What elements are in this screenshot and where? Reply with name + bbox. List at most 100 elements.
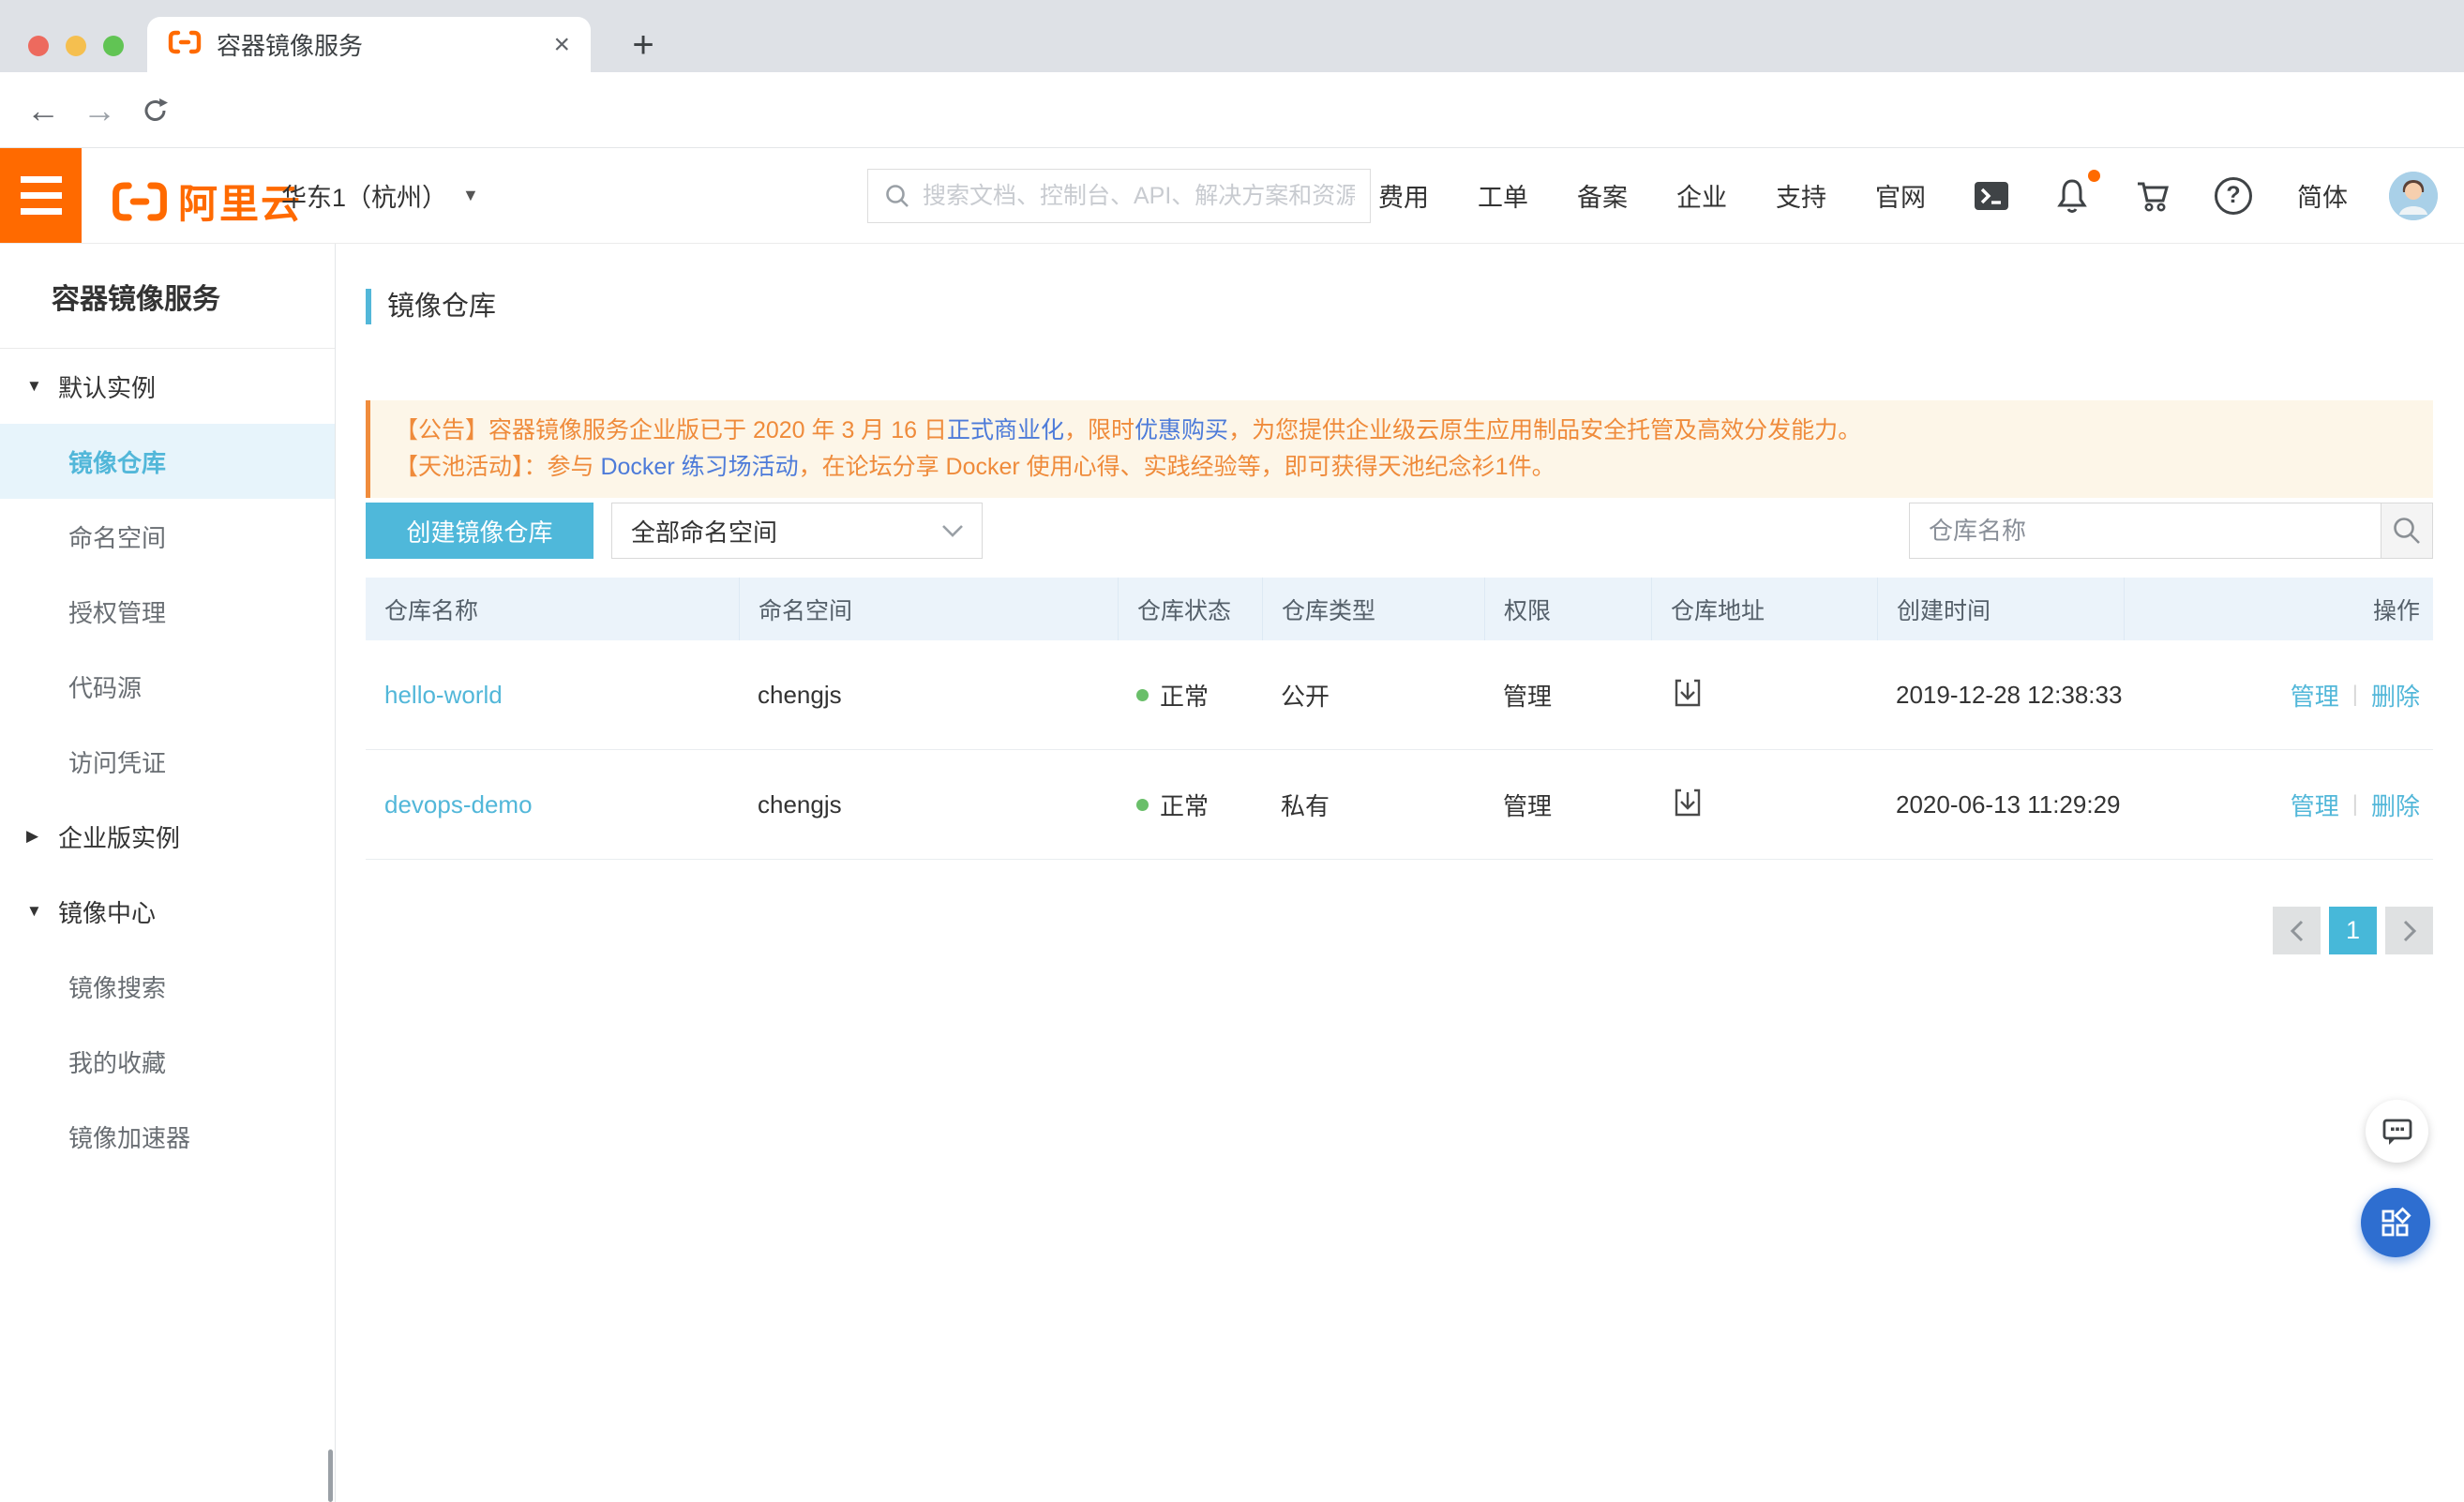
tab-title: 容器镜像服务 [217, 27, 553, 62]
delete-action-link[interactable]: 删除 [2371, 788, 2420, 822]
column-header-permission: 权限 [1484, 578, 1651, 640]
action-divider: | [2352, 682, 2358, 708]
repo-name-link[interactable]: devops-demo [384, 790, 533, 819]
reload-icon[interactable] [129, 72, 182, 148]
chevron-down-icon: ▼ [462, 186, 479, 205]
repo-namespace: chengjs [758, 790, 842, 819]
sidebar-item-my-favorites[interactable]: 我的收藏 [0, 1024, 335, 1099]
apps-grid-icon [2376, 1203, 2415, 1242]
sidebar-group-image-center[interactable]: ▼ 镜像中心 [0, 874, 335, 949]
repositories-table: 仓库名称 命名空间 仓库状态 仓库类型 权限 仓库地址 创建时间 操作 hell… [366, 578, 2433, 860]
new-tab-button[interactable]: + [619, 21, 668, 69]
console-search-input[interactable] [923, 183, 1355, 210]
sidebar-scrollbar[interactable] [328, 1449, 333, 1502]
language-toggle[interactable]: 简体 [2273, 177, 2372, 214]
table-row: hello-world chengjs 正常 公开 管理 2019-12-28 … [366, 640, 2433, 750]
table-row: devops-demo chengjs 正常 私有 管理 2020-06-13 … [366, 750, 2433, 860]
column-header-namespace: 命名空间 [739, 578, 1118, 640]
link-commercialization[interactable]: 正式商业化 [947, 417, 1064, 443]
manage-action-link[interactable]: 管理 [2291, 678, 2339, 713]
repository-search-input[interactable] [1909, 503, 2381, 559]
repo-created-time: 2020-06-13 11:29:29 [1896, 790, 2121, 819]
console-search-box[interactable] [867, 169, 1371, 223]
sidebar-item-image-accelerator[interactable]: 镜像加速器 [0, 1099, 335, 1174]
repo-type: 私有 [1281, 788, 1330, 822]
status-dot [1136, 689, 1149, 701]
table-toolbar: 创建镜像仓库 全部命名空间 [366, 503, 2433, 559]
link-discount-purchase[interactable]: 优惠购买 [1134, 417, 1228, 443]
notification-badge [2088, 170, 2100, 182]
region-label: 华东1（杭州） [281, 177, 447, 214]
repo-type: 公开 [1281, 678, 1330, 713]
caret-down-icon: ▼ [26, 902, 58, 921]
announcement-line1: 【公告】容器镜像服务企业版已于 2020 年 3 月 16 日正式商业化，限时优… [395, 413, 2433, 449]
page-title: 镜像仓库 [366, 289, 496, 324]
cart-icon[interactable] [2111, 176, 2194, 216]
user-avatar[interactable] [2389, 172, 2438, 220]
repo-permission: 管理 [1503, 788, 1552, 822]
browser-tab[interactable]: 容器镜像服务 × [147, 17, 591, 72]
create-repository-button[interactable]: 创建镜像仓库 [366, 503, 593, 559]
sidebar-item-namespaces[interactable]: 命名空间 [0, 499, 335, 574]
minimize-window-button[interactable] [66, 36, 86, 56]
hamburger-menu-icon[interactable] [0, 148, 82, 243]
close-window-button[interactable] [28, 36, 49, 56]
widgets-panel-button[interactable] [2361, 1188, 2430, 1257]
pagination-current-page[interactable]: 1 [2329, 907, 2377, 954]
column-header-address: 仓库地址 [1651, 578, 1877, 640]
feedback-chat-button[interactable] [2366, 1100, 2428, 1163]
repo-address-download-icon[interactable] [1670, 675, 1705, 715]
repository-search-button[interactable] [2381, 503, 2433, 559]
nav-item-tickets[interactable]: 工单 [1453, 177, 1553, 214]
sidebar: 容器镜像服务 ▼ 默认实例 镜像仓库 命名空间 授权管理 代码源 访问凭证 ▶ … [0, 244, 336, 1502]
notification-bell-icon[interactable] [2033, 175, 2111, 217]
main-content: 镜像仓库 【公告】容器镜像服务企业版已于 2020 年 3 月 16 日正式商业… [336, 244, 2464, 1502]
link-docker-playground[interactable]: Docker 练习场活动 [600, 454, 798, 480]
nav-item-enterprise[interactable]: 企业 [1652, 177, 1751, 214]
chat-bubble-icon [2380, 1114, 2415, 1149]
pagination-prev-button[interactable] [2273, 907, 2321, 954]
manage-action-link[interactable]: 管理 [2291, 788, 2339, 822]
search-icon [883, 182, 911, 210]
nav-item-icp[interactable]: 备案 [1553, 177, 1652, 214]
aliyun-top-nav: 阿里云 华东1（杭州） ▼ 费用 工单 备案 企业 支持 官网 [0, 148, 2464, 244]
maximize-window-button[interactable] [103, 36, 124, 56]
sidebar-title: 容器镜像服务 [0, 244, 335, 349]
region-selector[interactable]: 华东1（杭州） ▼ [281, 148, 479, 243]
back-icon[interactable]: ← [17, 72, 69, 148]
repo-status: 正常 [1160, 788, 1209, 822]
table-header-row: 仓库名称 命名空间 仓库状态 仓库类型 权限 仓库地址 创建时间 操作 [366, 578, 2433, 640]
delete-action-link[interactable]: 删除 [2371, 678, 2420, 713]
aliyun-logo[interactable]: 阿里云 [111, 173, 302, 230]
sidebar-item-access-credentials[interactable]: 访问凭证 [0, 724, 335, 799]
chevron-left-icon [2287, 918, 2307, 944]
sidebar-group-enterprise-instance[interactable]: ▶ 企业版实例 [0, 799, 335, 874]
sidebar-item-authorization[interactable]: 授权管理 [0, 574, 335, 649]
repo-permission: 管理 [1503, 678, 1552, 713]
namespace-filter-select[interactable]: 全部命名空间 [611, 503, 983, 559]
nav-item-support[interactable]: 支持 [1751, 177, 1851, 214]
nav-item-website[interactable]: 官网 [1851, 177, 1950, 214]
column-header-status: 仓库状态 [1118, 578, 1262, 640]
repo-address-download-icon[interactable] [1670, 785, 1705, 825]
sidebar-item-code-source[interactable]: 代码源 [0, 649, 335, 724]
chevron-down-icon [940, 523, 965, 538]
cloudshell-icon[interactable] [1950, 177, 2033, 215]
sidebar-group-default-instance[interactable]: ▼ 默认实例 [0, 349, 335, 424]
nav-item-billing[interactable]: 费用 [1354, 177, 1453, 214]
help-icon[interactable]: ? [2194, 177, 2273, 215]
forward-icon[interactable]: → [73, 72, 126, 148]
column-header-type: 仓库类型 [1262, 578, 1484, 640]
repo-created-time: 2019-12-28 12:38:33 [1896, 681, 2122, 710]
tab-close-icon[interactable]: × [553, 31, 570, 59]
window-controls [28, 36, 124, 56]
pagination-next-button[interactable] [2385, 907, 2433, 954]
sidebar-item-repositories[interactable]: 镜像仓库 [0, 424, 335, 499]
chevron-right-icon [2399, 918, 2420, 944]
aliyun-favicon-icon [168, 30, 202, 59]
browser-toolbar: ← → cr.console.aliyun.com/cn-hangzhou/in… [0, 72, 2464, 148]
column-header-repo-name: 仓库名称 [366, 578, 739, 640]
repository-search-group [1909, 503, 2433, 559]
repo-name-link[interactable]: hello-world [384, 681, 503, 710]
sidebar-item-image-search[interactable]: 镜像搜索 [0, 949, 335, 1024]
